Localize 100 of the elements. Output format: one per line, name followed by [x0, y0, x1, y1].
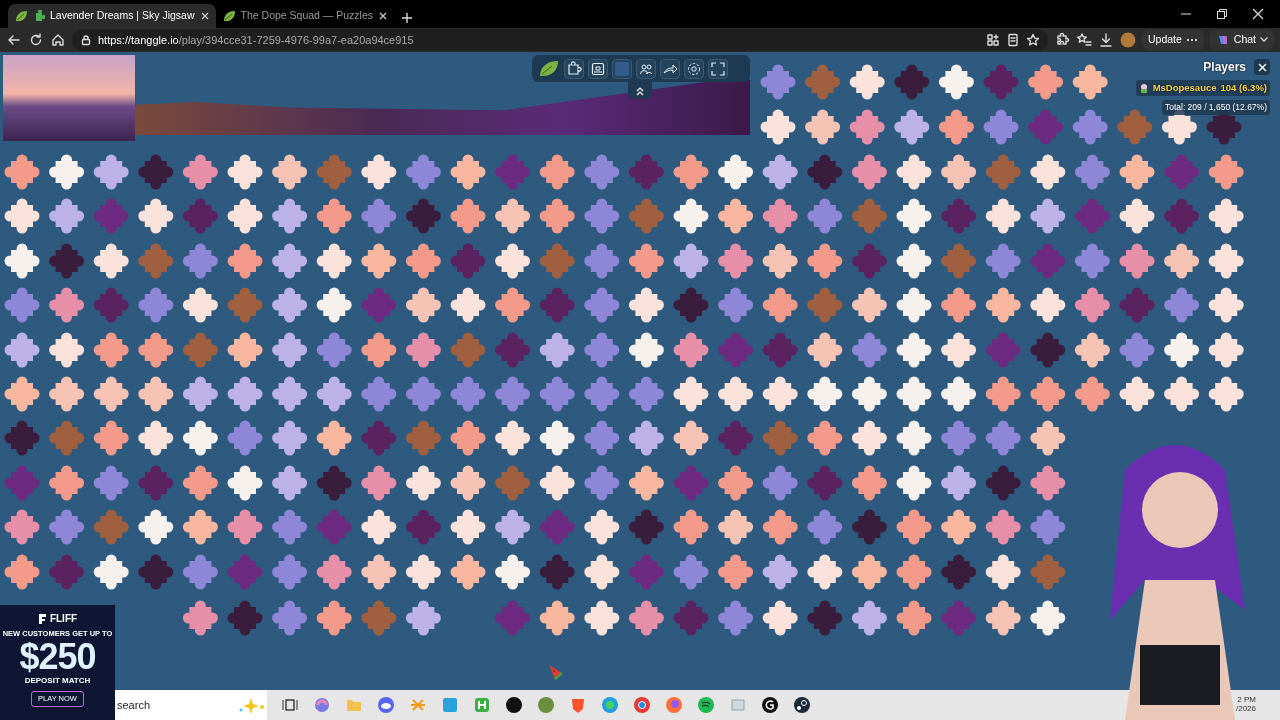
puzzle-piece[interactable]	[227, 198, 263, 234]
puzzle-piece[interactable]	[227, 376, 263, 412]
puzzle-piece[interactable]	[227, 465, 263, 501]
puzzle-piece[interactable]	[584, 554, 620, 590]
collapse-toolbar-button[interactable]	[628, 82, 652, 99]
puzzle-piece[interactable]	[539, 465, 575, 501]
puzzle-piece[interactable]	[272, 332, 308, 368]
puzzle-piece[interactable]	[450, 554, 486, 590]
puzzle-piece[interactable]	[316, 287, 352, 323]
puzzle-piece[interactable]	[584, 600, 620, 636]
puzzle-piece[interactable]	[272, 420, 308, 456]
puzzle-piece[interactable]	[495, 509, 531, 545]
color-swatch-button[interactable]	[612, 58, 632, 79]
puzzle-piece[interactable]	[495, 198, 531, 234]
puzzle-piece[interactable]	[762, 600, 798, 636]
browser-tab[interactable]: Lavender Dreams | Sky Jigsaw	[8, 4, 216, 28]
puzzle-piece[interactable]	[628, 465, 664, 501]
puzzle-piece[interactable]	[1030, 420, 1066, 456]
app-tile-icon[interactable]	[441, 696, 459, 714]
puzzle-piece[interactable]	[762, 554, 798, 590]
puzzle-piece[interactable]	[807, 554, 843, 590]
image-button[interactable]	[588, 58, 608, 79]
puzzle-piece[interactable]	[405, 287, 441, 323]
puzzle-piece[interactable]	[1208, 376, 1244, 412]
puzzle-piece[interactable]	[894, 109, 930, 145]
restore-icon[interactable]	[1216, 8, 1228, 20]
app-circle-icon[interactable]	[505, 696, 523, 714]
swirl-logo-icon[interactable]	[313, 696, 331, 714]
favorites-icon[interactable]	[1075, 32, 1092, 48]
puzzle-piece[interactable]	[450, 465, 486, 501]
puzzle-piece[interactable]	[272, 465, 308, 501]
star-icon[interactable]	[1025, 33, 1040, 47]
puzzle-piece[interactable]	[718, 376, 754, 412]
puzzle-piece[interactable]	[361, 554, 397, 590]
puzzle-piece[interactable]	[896, 243, 932, 279]
puzzle-piece[interactable]	[762, 154, 798, 190]
puzzle-piece[interactable]	[316, 420, 352, 456]
browser-wave-icon[interactable]	[601, 696, 619, 714]
puzzle-piece[interactable]	[227, 154, 263, 190]
puzzle-piece[interactable]	[941, 332, 977, 368]
puzzle-piece[interactable]	[985, 287, 1021, 323]
puzzle-piece[interactable]	[49, 154, 85, 190]
settings-button[interactable]	[684, 58, 704, 79]
puzzle-piece[interactable]	[896, 420, 932, 456]
gear-circle-icon[interactable]	[793, 696, 811, 714]
music-circle-icon[interactable]	[697, 696, 715, 714]
download-icon[interactable]	[1097, 32, 1114, 48]
puzzle-piece[interactable]	[361, 509, 397, 545]
puzzle-piece[interactable]	[985, 600, 1021, 636]
puzzle-piece[interactable]	[896, 376, 932, 412]
browser-circle-icon[interactable]	[633, 696, 651, 714]
puzzle-piece[interactable]	[1164, 243, 1200, 279]
address-bar[interactable]: https://tanggle.io/play/394cce31-7259-4976-99a7-ea20a94ce915	[72, 29, 1048, 51]
puzzle-piece[interactable]	[985, 554, 1021, 590]
clock-time[interactable]: 2 PM	[1235, 696, 1256, 705]
puzzle-piece[interactable]	[584, 509, 620, 545]
puzzle-piece[interactable]	[718, 198, 754, 234]
puzzle-piece[interactable]	[405, 465, 441, 501]
puzzle-piece[interactable]	[1072, 64, 1108, 100]
puzzle-piece[interactable]	[628, 287, 664, 323]
puzzle-piece[interactable]	[807, 376, 843, 412]
puzzle-piece[interactable]	[673, 376, 709, 412]
puzzle-piece[interactable]	[941, 376, 977, 412]
apps-icon[interactable]	[985, 33, 1000, 47]
clock-date[interactable]: /2026	[1235, 705, 1256, 714]
puzzle-piece[interactable]	[539, 332, 575, 368]
chat-button[interactable]: Chat	[1209, 30, 1274, 50]
game-controller-icon[interactable]	[377, 696, 395, 714]
puzzle-piece[interactable]	[361, 243, 397, 279]
puzzle-piece[interactable]	[49, 376, 85, 412]
puzzle-piece[interactable]	[851, 554, 887, 590]
puzzle-piece[interactable]	[405, 554, 441, 590]
puzzle-piece[interactable]	[182, 420, 218, 456]
update-button[interactable]: Update	[1141, 30, 1204, 50]
puzzle-piece[interactable]	[1208, 243, 1244, 279]
puzzle-piece[interactable]	[1208, 332, 1244, 368]
puzzle-piece[interactable]	[849, 64, 885, 100]
puzzle-piece[interactable]	[628, 332, 664, 368]
puzzle-piece[interactable]	[1030, 154, 1066, 190]
profile-avatar-icon[interactable]	[1119, 32, 1136, 48]
puzzle-piece[interactable]	[4, 332, 40, 368]
puzzle-piece[interactable]	[762, 243, 798, 279]
puzzle-piece[interactable]	[938, 64, 974, 100]
puzzle-piece[interactable]	[896, 465, 932, 501]
puzzle-piece[interactable]	[851, 376, 887, 412]
puzzle-piece[interactable]	[1030, 600, 1066, 636]
puzzle-piece[interactable]	[272, 287, 308, 323]
puzzle-piece[interactable]	[941, 465, 977, 501]
puzzle-piece[interactable]	[718, 154, 754, 190]
puzzle-piece[interactable]	[805, 109, 841, 145]
puzzle-piece[interactable]	[49, 198, 85, 234]
puzzle-piece[interactable]	[93, 154, 129, 190]
puzzle-piece[interactable]	[851, 420, 887, 456]
puzzle-piece[interactable]	[93, 376, 129, 412]
puzzle-piece[interactable]	[495, 420, 531, 456]
close-icon[interactable]	[1252, 8, 1264, 20]
puzzle-piece[interactable]	[182, 376, 218, 412]
puzzle-piece[interactable]	[138, 376, 174, 412]
puzzle-piece[interactable]	[1074, 332, 1110, 368]
puzzle-piece[interactable]	[539, 420, 575, 456]
